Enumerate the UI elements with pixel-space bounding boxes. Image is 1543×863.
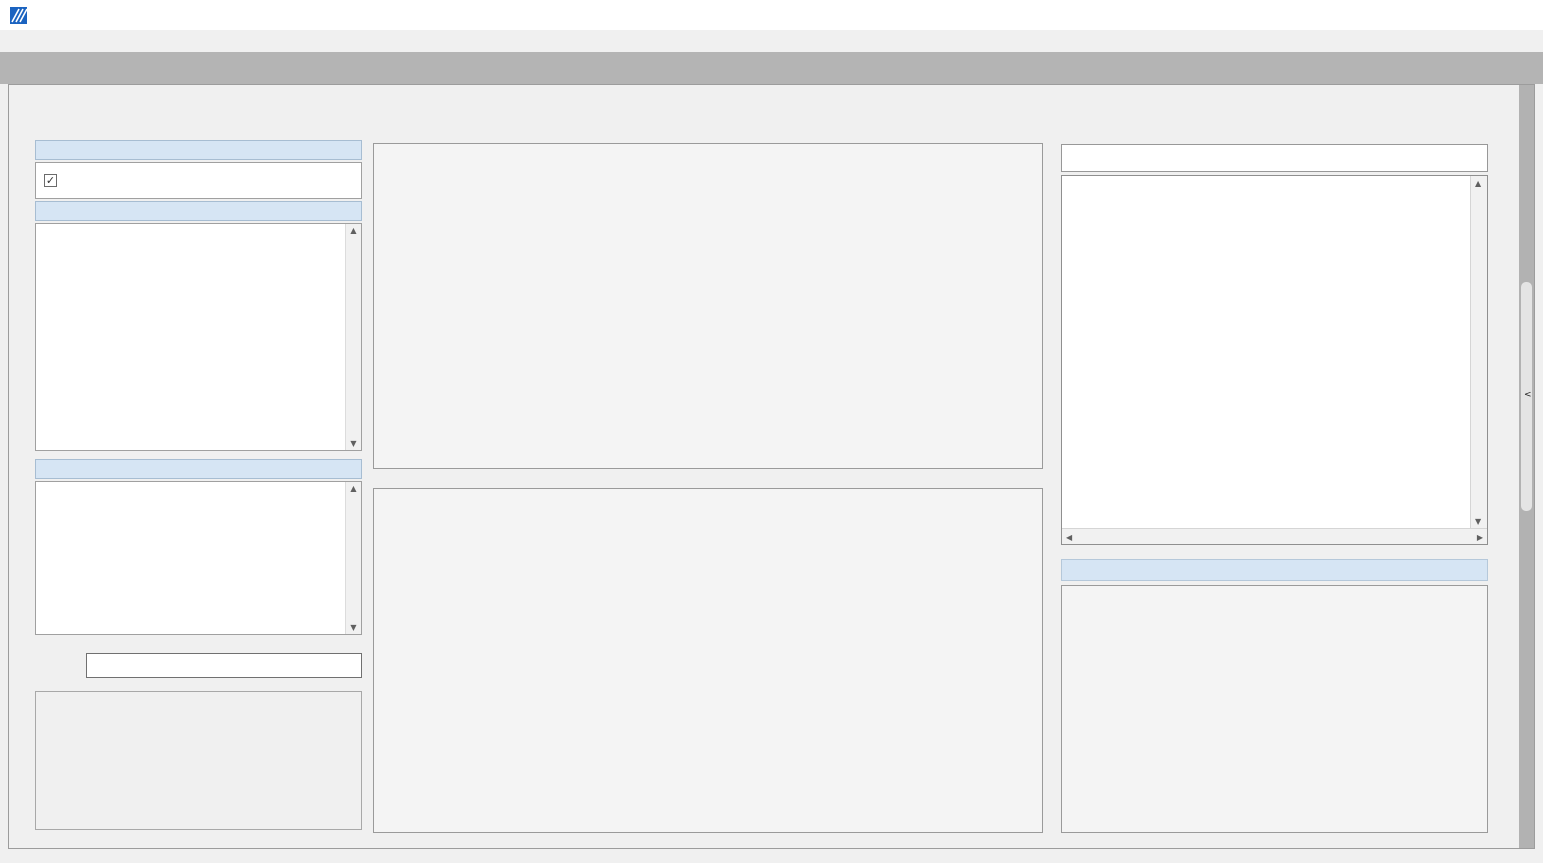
close-button[interactable] <box>1495 0 1541 30</box>
results-table: ▲ ▼ ◀ ▶ <box>1061 175 1488 545</box>
intensity-spectrum-chart <box>374 144 1042 468</box>
scroll-up-icon[interactable]: ▲ <box>346 484 361 493</box>
main-tab-strip <box>0 52 1543 84</box>
file-list-scrollbar[interactable]: ▲ ▼ <box>345 482 361 634</box>
room-name-input[interactable] <box>86 653 362 678</box>
table-vertical-scrollbar[interactable]: ▲ ▼ <box>1470 176 1487 529</box>
content-frame: ✓ ▲ ▼ ▲ ▼ <box>8 84 1535 849</box>
ri-chart-panel <box>1061 585 1488 833</box>
enable-intensity-checkbox[interactable]: ✓ <box>44 174 57 187</box>
app-window: ✓ ▲ ▼ ▲ ▼ <box>0 0 1543 863</box>
title-bar <box>0 0 1543 30</box>
result-view-options <box>1061 144 1488 172</box>
scroll-down-icon[interactable]: ▼ <box>346 623 361 632</box>
menu-bar <box>0 30 1543 52</box>
source-room-spl-chart <box>374 489 1042 832</box>
source-room-header <box>35 201 362 221</box>
intensity-chart-panel <box>373 143 1043 469</box>
test-file-list: ▲ ▼ <box>35 481 362 635</box>
test-files-header <box>35 459 362 479</box>
scroll-up-icon[interactable]: ▲ <box>1475 179 1481 188</box>
channel-list: ▲ ▼ <box>35 223 362 451</box>
maximize-button[interactable] <box>1449 0 1495 30</box>
source-spl-chart-panel <box>373 488 1043 833</box>
side-collapse-strip: < <box>1519 85 1534 848</box>
scroll-up-icon[interactable]: ▲ <box>346 226 361 235</box>
table-horizontal-scrollbar[interactable]: ◀ ▶ <box>1062 528 1487 544</box>
scroll-down-icon[interactable]: ▼ <box>1475 517 1481 526</box>
intensity-section-header <box>35 140 362 160</box>
ri-rating-chart <box>1062 586 1487 832</box>
minimize-button[interactable] <box>1403 0 1449 30</box>
run-button-group <box>35 691 362 830</box>
collapse-left-icon: < <box>1524 390 1532 400</box>
enable-intensity-row[interactable]: ✓ <box>36 163 361 198</box>
collapse-panel-handle[interactable]: < <box>1521 282 1532 511</box>
rating-result-text <box>1061 559 1488 581</box>
enable-intensity-box: ✓ <box>35 162 362 199</box>
scroll-right-icon[interactable]: ▶ <box>1477 533 1483 542</box>
channel-list-scrollbar[interactable]: ▲ ▼ <box>345 224 361 450</box>
scroll-left-icon[interactable]: ◀ <box>1066 533 1072 542</box>
app-logo-icon <box>10 7 27 24</box>
scroll-down-icon[interactable]: ▼ <box>346 439 361 448</box>
